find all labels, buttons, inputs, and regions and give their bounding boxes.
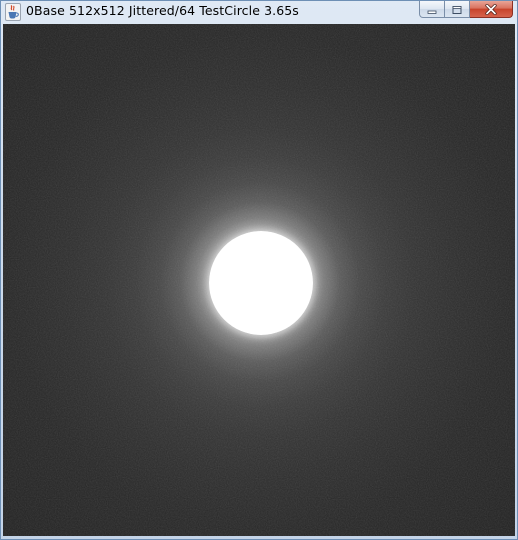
maximize-button[interactable] [445, 1, 470, 18]
maximize-icon [451, 0, 463, 19]
window-title: 0Base 512x512 Jittered/64 TestCircle 3.6… [26, 3, 299, 18]
java-coffee-cup-icon[interactable] [5, 3, 21, 21]
minimize-icon [426, 0, 438, 19]
close-icon [484, 0, 498, 19]
test-circle [209, 231, 313, 335]
minimize-button[interactable] [419, 1, 445, 18]
title-bar[interactable]: 0Base 512x512 Jittered/64 TestCircle 3.6… [1, 1, 517, 23]
app-window: 0Base 512x512 Jittered/64 TestCircle 3.6… [0, 0, 518, 540]
caption-buttons [419, 1, 513, 19]
close-button[interactable] [470, 1, 513, 18]
render-canvas[interactable] [3, 24, 515, 536]
